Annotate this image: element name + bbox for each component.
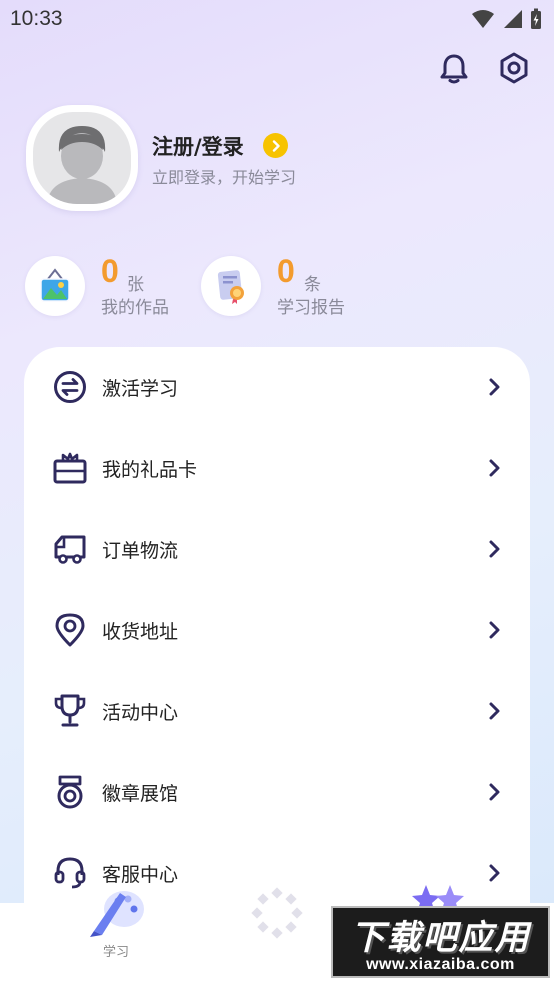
report-label[interactable]: 学习报告 xyxy=(277,293,345,318)
avatar[interactable] xyxy=(26,105,138,211)
chevron-right-icon xyxy=(489,459,500,477)
menu-item-activate-learning[interactable]: 激活学习 xyxy=(24,347,530,428)
chevron-right-icon xyxy=(489,378,500,396)
menu-item-label: 徽章展馆 xyxy=(102,783,179,805)
status-icons xyxy=(472,8,542,30)
gift-card-icon xyxy=(52,450,88,486)
chevron-right-icon xyxy=(489,540,500,558)
report-count: 0 xyxy=(277,253,295,289)
menu-item-label: 收货地址 xyxy=(102,621,179,643)
watermark-title: 下载吧应用 xyxy=(350,918,531,958)
wifi-icon xyxy=(472,10,494,28)
status-time: 10:33 xyxy=(10,7,63,30)
trophy-icon xyxy=(52,693,88,729)
settings-icon xyxy=(500,52,528,84)
settings-button[interactable] xyxy=(496,50,532,86)
palette-brush-icon xyxy=(90,891,144,937)
battery-charging-icon xyxy=(531,8,541,29)
location-pin-icon xyxy=(52,612,88,648)
report-unit: 条 xyxy=(304,275,321,295)
status-bar: 10:33 xyxy=(0,0,554,38)
chevron-right-icon xyxy=(489,783,500,801)
loading-dots-icon xyxy=(251,887,303,939)
study-report-icon-button[interactable] xyxy=(201,256,261,316)
signal-icon xyxy=(504,10,522,28)
menu-item-badge-gallery[interactable]: 徽章展馆 xyxy=(24,752,530,833)
chevron-right-icon xyxy=(272,139,280,152)
menu-item-gift-card[interactable]: 我的礼品卡 xyxy=(24,428,530,509)
medal-icon xyxy=(52,774,88,810)
picture-frame-icon xyxy=(40,268,70,302)
my-works-icon-button[interactable] xyxy=(25,256,85,316)
swap-arrows-icon xyxy=(52,369,88,405)
nav-tab-label: 学习 xyxy=(102,945,129,960)
nav-tab-center[interactable] xyxy=(217,887,337,984)
chevron-right-icon xyxy=(489,864,500,882)
menu-item-activity-center[interactable]: 活动中心 xyxy=(24,671,530,752)
menu-item-label: 激活学习 xyxy=(102,378,179,400)
menu-item-order-logistics[interactable]: 订单物流 xyxy=(24,509,530,590)
truck-icon xyxy=(52,531,88,567)
notification-button[interactable] xyxy=(436,50,472,86)
watermark-url: www.xiazaiba.com xyxy=(366,956,515,973)
nav-tab-learn[interactable]: 学习 xyxy=(56,891,176,984)
report-certificate-icon xyxy=(217,270,244,304)
default-avatar-icon xyxy=(33,112,131,204)
works-label[interactable]: 我的作品 xyxy=(101,293,169,318)
login-subtitle: 立即登录，开始学习 xyxy=(152,168,297,187)
login-title[interactable]: 注册/登录 xyxy=(152,131,244,161)
menu-item-shipping-address[interactable]: 收货地址 xyxy=(24,590,530,671)
menu-card: 激活学习 我的礼品卡 订单物流 收货地址 活动中心 徽章展馆 客服中心 xyxy=(24,347,530,907)
bell-icon xyxy=(440,54,468,84)
chevron-right-icon xyxy=(489,621,500,639)
works-count: 0 xyxy=(101,253,119,289)
menu-item-label: 活动中心 xyxy=(102,702,179,724)
menu-item-label: 订单物流 xyxy=(102,540,179,562)
works-unit: 张 xyxy=(127,275,144,295)
login-arrow-button[interactable] xyxy=(263,133,288,158)
chevron-right-icon xyxy=(489,702,500,720)
menu-item-label: 我的礼品卡 xyxy=(102,459,198,481)
watermark-logo: 下载吧应用 www.xiazaiba.com xyxy=(331,906,550,978)
headset-icon xyxy=(52,855,88,891)
